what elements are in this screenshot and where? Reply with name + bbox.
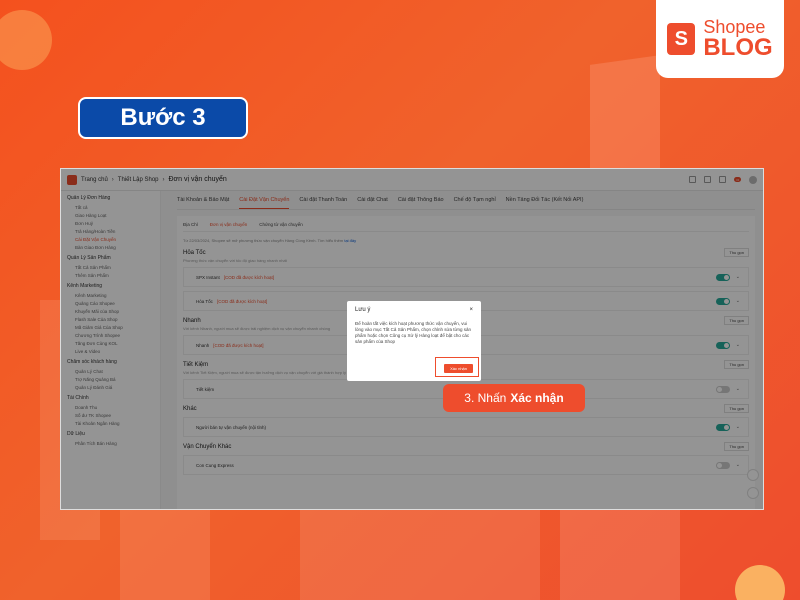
coin-decoration — [735, 565, 785, 600]
coin-decoration — [0, 10, 52, 70]
instruction-callout: 3. Nhấn Xác nhận — [443, 384, 585, 412]
shopee-blog-logo: S Shopee BLOG — [656, 0, 784, 78]
logo-blog-text: BLOG — [703, 34, 773, 61]
modal-title: Lưu ý — [355, 307, 371, 313]
shopee-bag-icon: S — [667, 23, 696, 55]
confirm-highlight — [435, 357, 479, 377]
callout-action: Xác nhận — [510, 391, 564, 405]
seller-centre-screenshot: Trang chủ › Thiết Lập Shop › Đơn vị vận … — [60, 168, 764, 510]
background-building — [590, 55, 660, 185]
close-icon[interactable]: × — [469, 307, 473, 313]
modal-body: Để hoàn tất việc kích hoạt phương thức v… — [355, 321, 472, 345]
callout-prefix: 3. Nhấn — [464, 391, 507, 405]
step-badge: Bước 3 — [78, 97, 248, 139]
